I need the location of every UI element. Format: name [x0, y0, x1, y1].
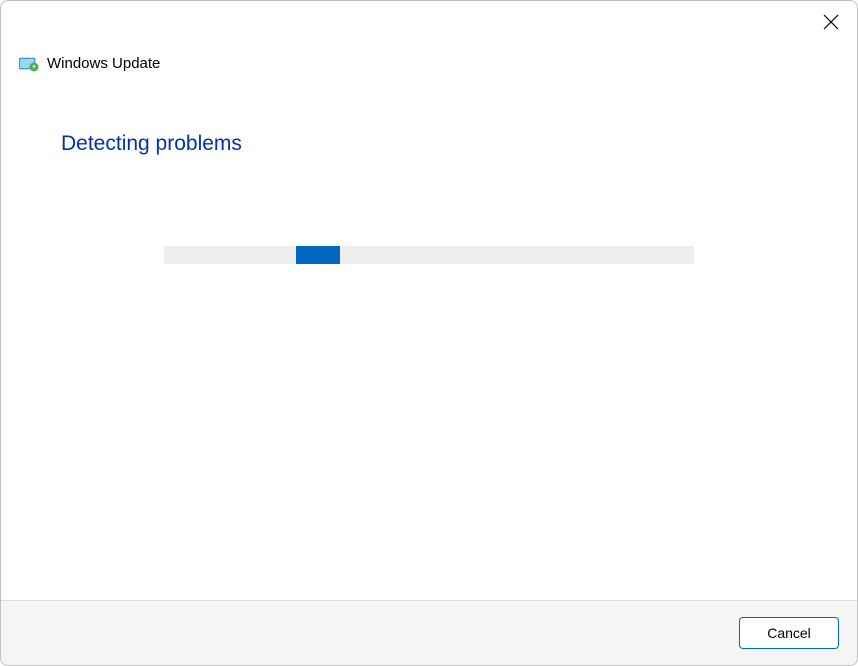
close-button[interactable] [815, 9, 847, 37]
progress-container [61, 246, 797, 264]
titlebar [1, 1, 857, 37]
dialog-title: Windows Update [47, 55, 160, 72]
cancel-button[interactable]: Cancel [739, 617, 839, 649]
progress-indicator [296, 246, 340, 264]
progress-bar [164, 246, 694, 264]
status-heading: Detecting problems [61, 132, 797, 156]
close-icon [823, 14, 839, 33]
dialog-content: Detecting problems [1, 72, 857, 600]
dialog-footer: Cancel [1, 600, 857, 665]
troubleshooter-dialog: Windows Update Detecting problems Cancel [0, 0, 858, 666]
windows-update-icon [19, 56, 39, 72]
dialog-header: Windows Update [1, 37, 857, 72]
